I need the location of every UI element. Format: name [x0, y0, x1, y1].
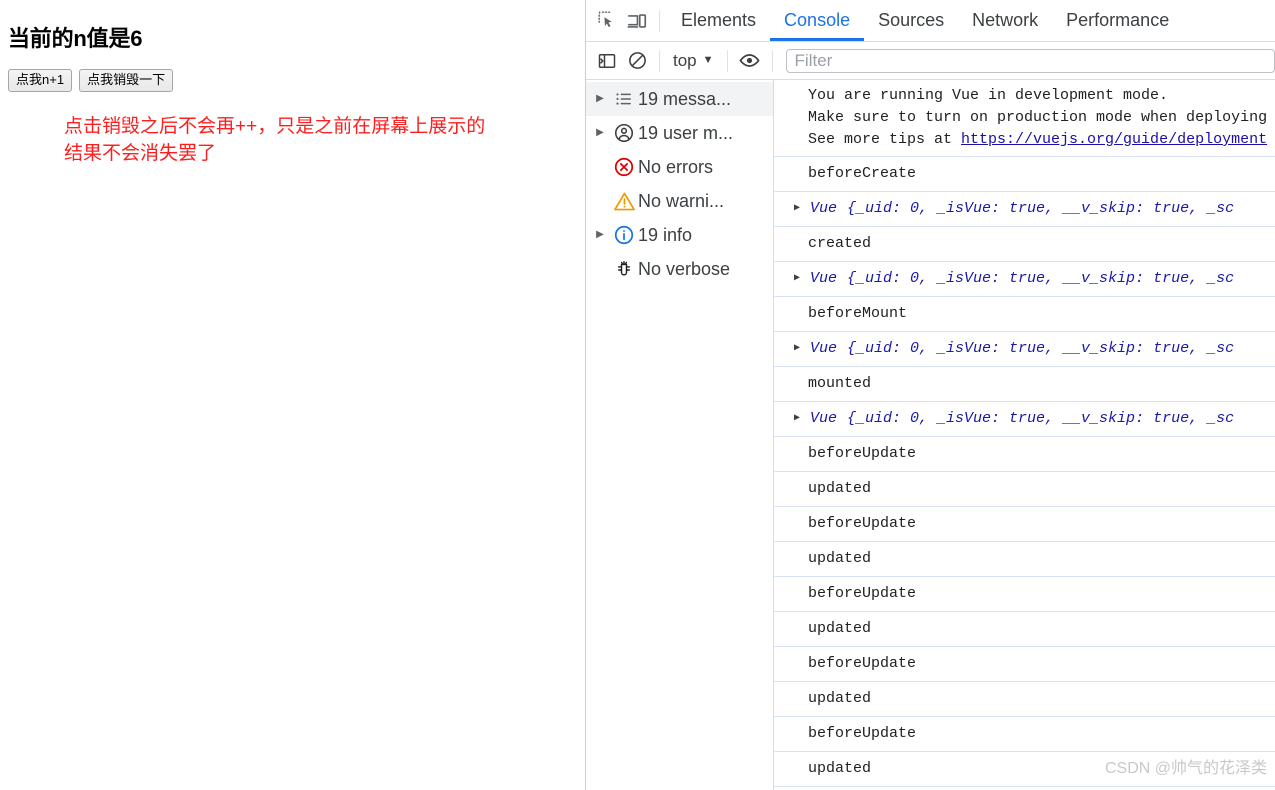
- clear-console-icon[interactable]: [622, 46, 652, 76]
- console-message-log: updated: [774, 542, 1275, 577]
- console-message-log: beforeUpdate: [774, 647, 1275, 682]
- console-message-log: updated: [774, 472, 1275, 507]
- tab-console[interactable]: Console: [770, 0, 864, 41]
- sidebar-item-label: No warni...: [638, 190, 725, 211]
- sidebar-item-errors[interactable]: No errors: [586, 150, 773, 184]
- tab-performance[interactable]: Performance: [1052, 0, 1183, 41]
- console-message-text: updated: [808, 550, 872, 567]
- console-message-log: updated: [774, 752, 1275, 787]
- sidebar-item-label: 19 messa...: [638, 88, 732, 109]
- console-body: ▶ 19 messa... ▶ 19 user m... No errors N…: [586, 80, 1275, 790]
- console-message-text: updated: [808, 480, 872, 497]
- console-message-log: updated: [774, 682, 1275, 717]
- object-class-name: Vue: [810, 200, 838, 217]
- chevron-right-icon[interactable]: ▶: [794, 198, 810, 220]
- info-icon: [610, 224, 638, 246]
- sidebar-item-label: 19 user m...: [638, 122, 734, 143]
- console-message-text: beforeUpdate: [808, 585, 917, 602]
- object-preview: {_uid: 0, _isVue: true, __v_skip: true, …: [847, 270, 1235, 287]
- sidebar-item-warnings[interactable]: No warni...: [586, 184, 773, 218]
- console-message-log: created: [774, 227, 1275, 262]
- filterbar-divider-2: [726, 49, 728, 72]
- chevron-right-icon[interactable]: ▶: [590, 230, 610, 240]
- sidebar-item-verbose[interactable]: No verbose: [586, 252, 773, 286]
- console-sidebar: ▶ 19 messa... ▶ 19 user m... No errors N…: [586, 80, 774, 790]
- sidebar-item-label: No verbose: [638, 258, 731, 279]
- tab-network[interactable]: Network: [958, 0, 1052, 41]
- chevron-right-icon[interactable]: ▶: [794, 338, 810, 360]
- console-message-text: mounted: [808, 375, 872, 392]
- console-message-log: beforeCreate: [774, 157, 1275, 192]
- console-message-text: updated: [808, 620, 872, 637]
- chevron-right-icon[interactable]: ▶: [794, 408, 810, 430]
- console-message-object[interactable]: ▶ Vue {_uid: 0, _isVue: true, __v_skip: tr…: [774, 262, 1275, 297]
- console-message-text: created: [808, 235, 872, 252]
- chevron-right-icon[interactable]: ▶: [590, 128, 610, 138]
- console-message-object[interactable]: ▶ Vue {_uid: 0, _isVue: true, __v_skip: tr…: [774, 192, 1275, 227]
- console-message-text: beforeCreate: [808, 165, 917, 182]
- filterbar-divider-1: [659, 49, 660, 72]
- tab-sources[interactable]: Sources: [864, 0, 958, 41]
- page-title: 当前的n值是6: [8, 26, 143, 51]
- console-message-log: updated: [774, 612, 1275, 647]
- console-message-list[interactable]: You are running Vue in development mode.…: [774, 80, 1275, 790]
- object-preview: {_uid: 0, _isVue: true, __v_skip: true, …: [847, 340, 1235, 357]
- object-class-name: Vue: [810, 340, 838, 357]
- sidebar-item-label: 19 info: [638, 224, 693, 245]
- console-message-object[interactable]: ▶ Vue {_uid: 0, _isVue: true, __v_skip: tr…: [774, 402, 1275, 437]
- console-message-log: beforeUpdate: [774, 577, 1275, 612]
- sidebar-item-messages[interactable]: ▶ 19 messa...: [586, 82, 773, 116]
- console-message-text: updated: [808, 690, 872, 707]
- console-message-log: beforeUpdate: [774, 507, 1275, 542]
- inspect-element-icon[interactable]: [592, 6, 622, 36]
- console-message-object[interactable]: ▶ Vue {_uid: 0, _isVue: true, __v_skip: tr…: [774, 332, 1275, 367]
- console-message-text: beforeUpdate: [808, 445, 917, 462]
- list-icon: [610, 89, 638, 109]
- screenshot-root: 当前的n值是6 点我n+1 点我销毁一下 点击销毁之后不会再++，只是之前在屏幕…: [0, 0, 1275, 790]
- chevron-down-icon: ▼: [702, 54, 714, 66]
- filterbar-divider-3: [771, 49, 773, 72]
- console-context-label: top: [673, 50, 697, 70]
- filter-input[interactable]: [785, 48, 1275, 73]
- chevron-right-icon[interactable]: ▶: [794, 268, 810, 290]
- console-message-log: beforeMount: [774, 297, 1275, 332]
- chevron-right-icon[interactable]: ▶: [590, 94, 610, 104]
- increment-button[interactable]: 点我n+1: [8, 69, 73, 92]
- object-preview: {_uid: 0, _isVue: true, __v_skip: true, …: [847, 410, 1235, 427]
- console-message-text: updated: [808, 760, 872, 777]
- object-class-name: Vue: [810, 270, 838, 287]
- console-message-log: beforeUpdate: [774, 717, 1275, 752]
- tab-elements[interactable]: Elements: [667, 0, 770, 41]
- destroy-button[interactable]: 点我销毁一下: [79, 69, 174, 92]
- object-preview: {_uid: 0, _isVue: true, __v_skip: true, …: [847, 200, 1235, 217]
- verbose-bug-icon: [610, 259, 638, 279]
- console-message-text: beforeMount: [808, 305, 908, 322]
- toolbar-divider: [659, 9, 660, 32]
- sidebar-item-user-messages[interactable]: ▶ 19 user m...: [586, 116, 773, 150]
- error-icon: [610, 156, 638, 178]
- console-message-log: mounted: [774, 367, 1275, 402]
- device-toolbar-icon[interactable]: [622, 6, 652, 36]
- object-class-name: Vue: [810, 410, 838, 427]
- console-message-text: beforeUpdate: [808, 515, 917, 532]
- user-message-icon: [610, 122, 638, 144]
- sidebar-item-label: No errors: [638, 156, 714, 177]
- show-console-sidebar-icon[interactable]: [592, 46, 622, 76]
- devtools-panel: Elements Console Sources Network Perform…: [585, 0, 1275, 790]
- console-filterbar: top ▼: [586, 42, 1275, 80]
- deployment-guide-link[interactable]: https://vuejs.org/guide/deployment: [961, 131, 1267, 148]
- browser-page-area: 当前的n值是6 点我n+1 点我销毁一下 点击销毁之后不会再++，只是之前在屏幕…: [0, 0, 585, 790]
- console-message-text: beforeUpdate: [808, 725, 917, 742]
- console-context-selector[interactable]: top ▼: [667, 51, 720, 71]
- devtools-tabstrip: Elements Console Sources Network Perform…: [586, 0, 1275, 42]
- live-expression-icon[interactable]: [735, 46, 765, 76]
- console-message-info: You are running Vue in development mode.…: [774, 80, 1275, 157]
- console-message-text: beforeUpdate: [808, 655, 917, 672]
- warning-icon: [610, 190, 638, 213]
- page-button-row: 点我n+1 点我销毁一下: [0, 53, 585, 92]
- annotation-note: 点击销毁之后不会再++，只是之前在屏幕上展示的 结果不会消失罢了: [64, 116, 486, 164]
- sidebar-item-info[interactable]: ▶ 19 info: [586, 218, 773, 252]
- console-message-log: beforeUpdate: [774, 437, 1275, 472]
